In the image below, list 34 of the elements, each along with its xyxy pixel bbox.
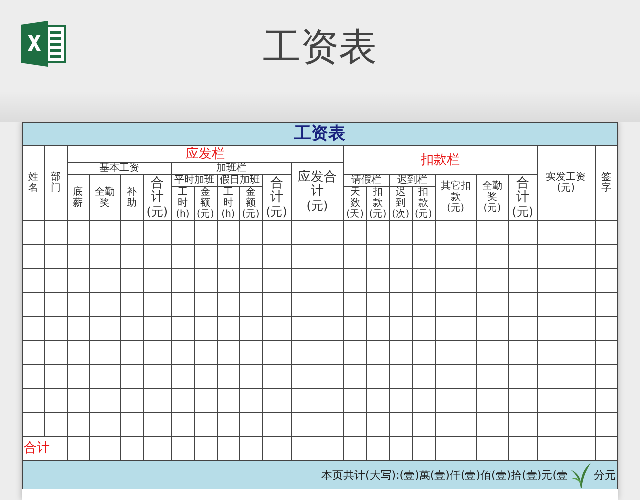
column-header: 其它扣款 (元) xyxy=(435,174,476,220)
column-header: 补助 xyxy=(120,174,144,220)
column-header: 平时加班 xyxy=(172,174,218,186)
column-header: 加班栏 xyxy=(172,162,292,174)
column-header: 迟到栏 xyxy=(389,174,436,186)
column-header: 金额 (元) xyxy=(194,186,218,220)
column-header: 扣款 (元) xyxy=(412,186,436,220)
column-header: 部门 xyxy=(44,146,68,220)
column-header: 合计 (元) xyxy=(508,174,538,220)
column-header: 扣款 (元) xyxy=(366,186,390,220)
spreadsheet-app-icon xyxy=(20,20,68,68)
column-header: 全勤奖 (元) xyxy=(476,174,509,220)
column-header: 天数 (天) xyxy=(344,186,367,220)
page-title: 工资表 xyxy=(263,24,377,71)
column-header: 全勤奖 xyxy=(89,174,121,220)
amount-unit-text: 分元 xyxy=(594,470,616,480)
column-header: 合计 (元) xyxy=(262,174,292,220)
amount-in-words: 本页共计(大写):(壹)萬(壹)仟(壹)佰(壹)拾(壹)元(壹 xyxy=(322,470,568,480)
sheet-title: 工资表 xyxy=(22,122,618,146)
column-header: 实发工资(元) xyxy=(537,146,596,220)
section-header: 应发栏 xyxy=(67,146,344,162)
column-header: 工时 (h) xyxy=(172,186,194,220)
column-header: 签字 xyxy=(595,146,618,220)
column-header: 底薪 xyxy=(67,174,90,220)
column-header: 假日加班 xyxy=(217,174,262,186)
column-header: 基本工资 xyxy=(67,162,172,174)
column-header: 姓名 xyxy=(22,146,45,220)
column-header: 请假栏 xyxy=(344,174,390,186)
column-header: 迟到 (次) xyxy=(389,186,412,220)
column-header: 金额 (元) xyxy=(240,186,262,220)
column-header: 工时 (h) xyxy=(217,186,240,220)
plant-icon xyxy=(570,462,592,488)
section-header: 扣款栏 xyxy=(344,146,538,174)
column-header: 合计 (元) xyxy=(143,174,172,220)
